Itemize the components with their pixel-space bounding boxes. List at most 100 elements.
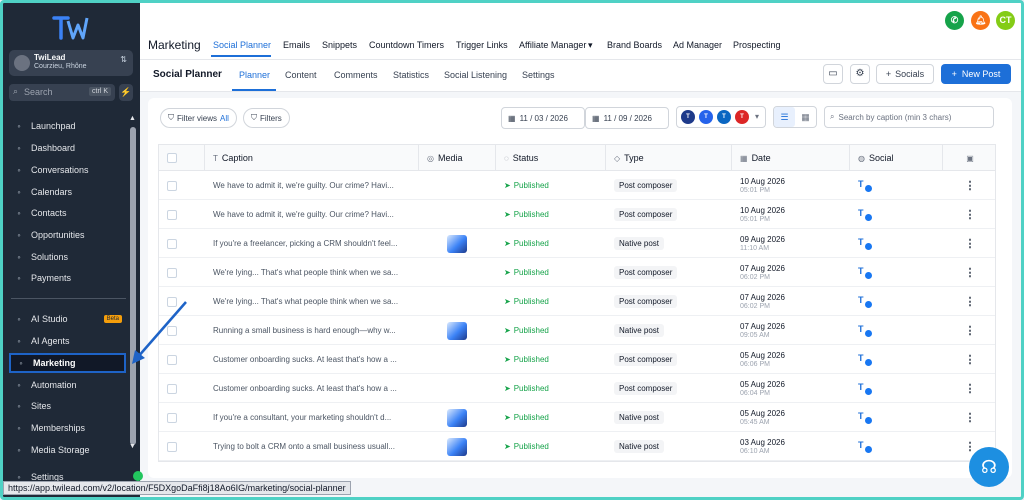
column-type[interactable]: ◇ Type (606, 145, 732, 171)
gear-icon[interactable]: ⚙ (850, 64, 870, 84)
sidebar-item-memberships[interactable]: ◦ Memberships (9, 418, 126, 438)
scroll-down-arrow-icon[interactable]: ▼ (129, 443, 136, 450)
more-vertical-icon[interactable]: ⋮ (965, 411, 976, 424)
table-row[interactable]: Trying to bolt a CRM onto a small busine… (159, 432, 995, 461)
tab-social-planner[interactable]: Social Planner (213, 40, 271, 50)
list-view-icon[interactable]: ☰ (774, 107, 795, 127)
tab-ad-manager[interactable]: Ad Manager (673, 40, 722, 50)
tab-trigger-links[interactable]: Trigger Links (456, 40, 508, 50)
column-date[interactable]: ▦ Date (732, 145, 850, 171)
feedback-icon[interactable]: ▭ (823, 64, 843, 84)
row-checkbox[interactable] (167, 412, 177, 423)
more-vertical-icon[interactable]: ⋮ (965, 295, 976, 308)
media-thumbnail[interactable] (447, 321, 467, 340)
more-vertical-icon[interactable]: ⋮ (965, 179, 976, 192)
table-row[interactable]: If you're a consultant, your marketing s… (159, 403, 995, 432)
row-checkbox[interactable] (167, 238, 177, 249)
row-checkbox-cell[interactable] (159, 200, 205, 229)
table-row[interactable]: We have to admit it, we're guilty. Our c… (159, 171, 995, 200)
sidebar-scroll-thumb[interactable] (130, 127, 136, 445)
caption-cell[interactable]: We have to admit it, we're guilty. Our c… (205, 200, 415, 229)
tab-emails[interactable]: Emails (283, 40, 310, 50)
sidebar-scrollbar[interactable]: ▲ ▼ (129, 115, 137, 453)
sidebar-item-contacts[interactable]: ◦ Contacts (9, 203, 126, 223)
caption-search-input[interactable]: ⌕ Search by caption (min 3 chars) (824, 106, 994, 128)
sidebar-item-ai-studio[interactable]: ◦ AI Studio Beta (9, 309, 126, 329)
new-post-button[interactable]: + New Post (941, 64, 1011, 84)
column-status[interactable]: ◌ Status (496, 145, 606, 171)
media-thumbnail[interactable] (447, 234, 467, 253)
table-row[interactable]: Customer onboarding sucks. At least that… (159, 374, 995, 403)
table-row[interactable]: We're lying... That's what people think … (159, 258, 995, 287)
caption-cell[interactable]: Customer onboarding sucks. At least that… (205, 374, 415, 403)
caption-cell[interactable]: We have to admit it, we're guilty. Our c… (205, 171, 415, 200)
user-avatar[interactable]: CT (996, 11, 1015, 30)
date-to-picker[interactable]: ▦ 11 / 09 / 2026 (585, 107, 669, 129)
caption-cell[interactable]: If you're a consultant, your marketing s… (205, 403, 415, 432)
tab-prospecting[interactable]: Prospecting (733, 40, 781, 50)
column-settings-icon[interactable]: ▣ (943, 145, 997, 171)
sidebar-item-solutions[interactable]: ◦ Solutions (9, 247, 126, 267)
row-actions[interactable]: ⋮ (943, 171, 997, 200)
row-checkbox[interactable] (167, 383, 177, 394)
subtab-statistics[interactable]: Statistics (393, 70, 429, 80)
more-vertical-icon[interactable]: ⋮ (965, 440, 976, 453)
calendar-view-icon[interactable]: ▦ (795, 107, 816, 127)
subtab-social-listening[interactable]: Social Listening (444, 70, 507, 80)
sidebar-item-calendars[interactable]: ◦ Calendars (9, 182, 126, 202)
tab-snippets[interactable]: Snippets (322, 40, 357, 50)
filters-button[interactable]: ⛉ Filters (243, 108, 290, 128)
subtab-comments[interactable]: Comments (334, 70, 378, 80)
caption-cell[interactable]: We're lying... That's what people think … (205, 258, 415, 287)
caption-cell[interactable]: Customer onboarding sucks. At least that… (205, 345, 415, 374)
sidebar-search[interactable]: ⌕ Search ctrl K (9, 84, 115, 101)
row-checkbox-cell[interactable] (159, 432, 205, 461)
row-actions[interactable]: ⋮ (943, 316, 997, 345)
more-vertical-icon[interactable]: ⋮ (965, 382, 976, 395)
sidebar-item-automation[interactable]: ◦ Automation (9, 375, 126, 395)
row-actions[interactable]: ⋮ (943, 403, 997, 432)
sidebar-item-opportunities[interactable]: ◦ Opportunities (9, 225, 126, 245)
row-checkbox-cell[interactable] (159, 229, 205, 258)
table-row[interactable]: If you're a freelancer, picking a CRM sh… (159, 229, 995, 258)
sidebar-item-dashboard[interactable]: ◦ Dashboard (9, 138, 126, 158)
table-row[interactable]: We have to admit it, we're guilty. Our c… (159, 200, 995, 229)
sidebar-item-payments[interactable]: ◦ Payments (9, 268, 126, 288)
quick-action-bolt-icon[interactable]: ⚡ (119, 84, 133, 101)
table-row[interactable]: Customer onboarding sucks. At least that… (159, 345, 995, 374)
subtab-planner[interactable]: Planner (239, 70, 270, 80)
sidebar-item-sites[interactable]: ◦ Sites (9, 396, 126, 416)
media-thumbnail[interactable] (447, 437, 467, 456)
row-actions[interactable]: ⋮ (943, 258, 997, 287)
social-accounts-select[interactable]: T T T T ▾ (676, 106, 766, 128)
bell-icon[interactable]: 🔔︎ (971, 11, 990, 30)
collapse-sidebar-icon[interactable] (133, 471, 143, 481)
row-checkbox-cell[interactable] (159, 258, 205, 287)
date-from-picker[interactable]: ▦ 11 / 03 / 2026 (501, 107, 585, 129)
column-social[interactable]: ◍ Social (850, 145, 943, 171)
media-thumbnail[interactable] (447, 408, 467, 427)
table-row[interactable]: Running a small business is hard enough—… (159, 316, 995, 345)
more-vertical-icon[interactable]: ⋮ (965, 353, 976, 366)
more-vertical-icon[interactable]: ⋮ (965, 324, 976, 337)
filter-views-button[interactable]: ⛉ Filter views All (160, 108, 237, 128)
account-switcher[interactable]: TwiLead Courzieu, Rhône ⇅ (9, 50, 133, 76)
tab-countdown-timers[interactable]: Countdown Timers (369, 40, 444, 50)
twilead-logo[interactable] (51, 13, 91, 43)
caption-cell[interactable]: Trying to bolt a CRM onto a small busine… (205, 432, 415, 461)
more-vertical-icon[interactable]: ⋮ (965, 208, 976, 221)
view-toggle[interactable]: ☰ ▦ (773, 106, 817, 128)
sidebar-item-conversations[interactable]: ◦ Conversations (9, 160, 126, 180)
support-chat-icon[interactable]: ☊ (969, 447, 1009, 487)
row-actions[interactable]: ⋮ (943, 345, 997, 374)
more-vertical-icon[interactable]: ⋮ (965, 237, 976, 250)
caption-cell[interactable]: If you're a freelancer, picking a CRM sh… (205, 229, 415, 258)
scroll-up-arrow-icon[interactable]: ▲ (129, 115, 136, 122)
row-checkbox[interactable] (167, 441, 177, 452)
select-all-checkbox[interactable] (167, 153, 177, 163)
row-checkbox[interactable] (167, 209, 177, 220)
row-checkbox[interactable] (167, 180, 177, 191)
caption-cell[interactable]: Running a small business is hard enough—… (205, 316, 415, 345)
subtab-settings[interactable]: Settings (522, 70, 555, 80)
subtab-content[interactable]: Content (285, 70, 317, 80)
